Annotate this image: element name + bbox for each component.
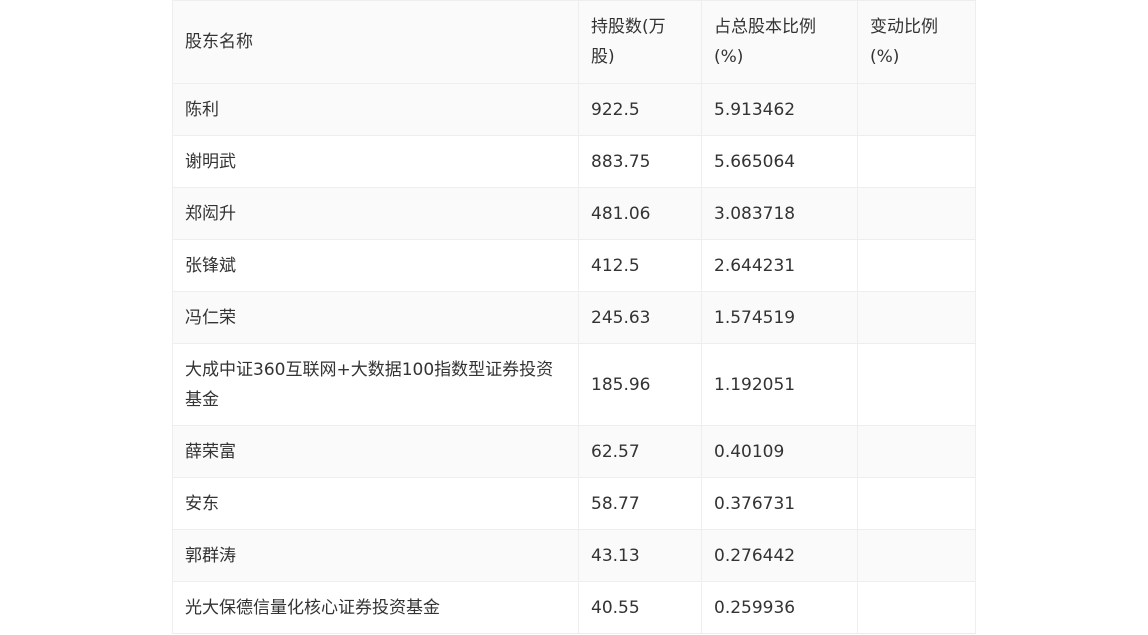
cell-share-ratio: 5.665064 xyxy=(701,135,858,188)
cell-change-ratio xyxy=(857,187,976,240)
header-change-ratio: 变动比例(%) xyxy=(857,0,976,84)
cell-change-ratio xyxy=(857,581,976,634)
cell-shares-held: 43.13 xyxy=(578,529,702,582)
shareholder-table-container: 股东名称 持股数(万股) 占总股本比例(%) 变动比例(%) 陈利 922.5 … xyxy=(172,0,976,634)
cell-shares-held: 185.96 xyxy=(578,343,702,426)
cell-share-ratio: 1.574519 xyxy=(701,291,858,344)
cell-share-ratio: 3.083718 xyxy=(701,187,858,240)
table-row: 郭群涛 43.13 0.276442 xyxy=(172,529,976,582)
cell-shareholder-name: 张锋斌 xyxy=(172,239,579,292)
cell-shares-held: 40.55 xyxy=(578,581,702,634)
cell-shares-held: 245.63 xyxy=(578,291,702,344)
cell-change-ratio xyxy=(857,83,976,136)
header-shareholder-name: 股东名称 xyxy=(172,0,579,84)
cell-shareholder-name: 安东 xyxy=(172,477,579,530)
cell-change-ratio xyxy=(857,529,976,582)
cell-shareholder-name: 谢明武 xyxy=(172,135,579,188)
cell-change-ratio xyxy=(857,477,976,530)
cell-shares-held: 412.5 xyxy=(578,239,702,292)
cell-shares-held: 922.5 xyxy=(578,83,702,136)
cell-change-ratio xyxy=(857,291,976,344)
header-share-ratio: 占总股本比例(%) xyxy=(701,0,858,84)
cell-shareholder-name: 陈利 xyxy=(172,83,579,136)
table-row: 光大保德信量化核心证券投资基金 40.55 0.259936 xyxy=(172,581,976,634)
cell-share-ratio: 5.913462 xyxy=(701,83,858,136)
cell-share-ratio: 0.40109 xyxy=(701,425,858,478)
table-row: 郑闳升 481.06 3.083718 xyxy=(172,187,976,240)
table-row: 薛荣富 62.57 0.40109 xyxy=(172,425,976,478)
table-row: 陈利 922.5 5.913462 xyxy=(172,83,976,136)
cell-share-ratio: 2.644231 xyxy=(701,239,858,292)
cell-shareholder-name: 大成中证360互联网+大数据100指数型证券投资基金 xyxy=(172,343,579,426)
cell-change-ratio xyxy=(857,425,976,478)
cell-share-ratio: 0.376731 xyxy=(701,477,858,530)
cell-shares-held: 883.75 xyxy=(578,135,702,188)
table-header: 股东名称 持股数(万股) 占总股本比例(%) 变动比例(%) xyxy=(172,0,976,84)
header-shares-held: 持股数(万股) xyxy=(578,0,702,84)
cell-change-ratio xyxy=(857,239,976,292)
table-row: 张锋斌 412.5 2.644231 xyxy=(172,239,976,292)
cell-change-ratio xyxy=(857,135,976,188)
shareholder-table: 股东名称 持股数(万股) 占总股本比例(%) 变动比例(%) 陈利 922.5 … xyxy=(172,0,976,634)
cell-share-ratio: 1.192051 xyxy=(701,343,858,426)
table-row: 冯仁荣 245.63 1.574519 xyxy=(172,291,976,344)
table-row: 谢明武 883.75 5.665064 xyxy=(172,135,976,188)
cell-shareholder-name: 光大保德信量化核心证券投资基金 xyxy=(172,581,579,634)
cell-shareholder-name: 薛荣富 xyxy=(172,425,579,478)
cell-shareholder-name: 郑闳升 xyxy=(172,187,579,240)
cell-shares-held: 58.77 xyxy=(578,477,702,530)
table-row: 安东 58.77 0.376731 xyxy=(172,477,976,530)
cell-shareholder-name: 冯仁荣 xyxy=(172,291,579,344)
cell-share-ratio: 0.259936 xyxy=(701,581,858,634)
cell-change-ratio xyxy=(857,343,976,426)
cell-share-ratio: 0.276442 xyxy=(701,529,858,582)
cell-shareholder-name: 郭群涛 xyxy=(172,529,579,582)
header-row: 股东名称 持股数(万股) 占总股本比例(%) 变动比例(%) xyxy=(172,0,976,84)
table-body: 陈利 922.5 5.913462 谢明武 883.75 5.665064 郑闳… xyxy=(172,83,976,634)
table-row: 大成中证360互联网+大数据100指数型证券投资基金 185.96 1.1920… xyxy=(172,343,976,426)
cell-shares-held: 481.06 xyxy=(578,187,702,240)
cell-shares-held: 62.57 xyxy=(578,425,702,478)
